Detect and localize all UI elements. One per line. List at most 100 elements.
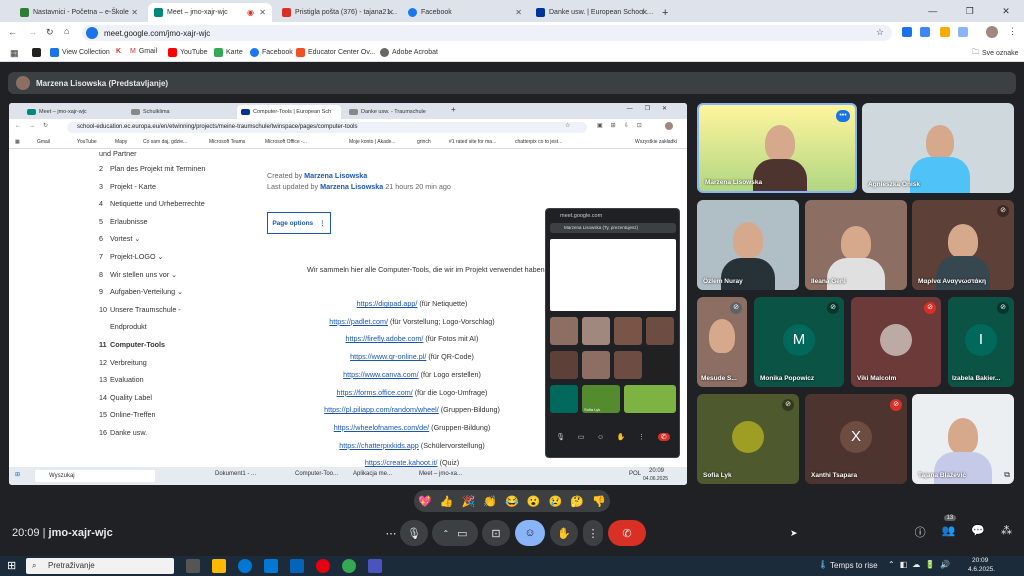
- info-icon[interactable]: ⓘ: [915, 524, 926, 540]
- tool-link[interactable]: https://chatterpixkids.app: [339, 441, 419, 450]
- file-explorer-icon[interactable]: [212, 559, 226, 573]
- toc-item[interactable]: 14 Quality Label: [99, 393, 152, 402]
- people-icon[interactable]: 👥 13: [942, 515, 957, 540]
- reaction-party[interactable]: 🎉: [462, 495, 476, 508]
- opera-icon[interactable]: [316, 559, 330, 573]
- bookmark-youtube[interactable]: YouTube: [168, 48, 208, 57]
- toc-item[interactable]: 4 Netiquette und Urheberrechte: [99, 199, 205, 208]
- toc-item[interactable]: 5 Erlaubnisse: [99, 217, 148, 226]
- bookmark-view-collection[interactable]: View Collection: [50, 48, 110, 57]
- bookmark-k[interactable]: K: [116, 48, 121, 55]
- present-button[interactable]: ⊡: [482, 520, 510, 546]
- chevron-down-icon[interactable]: ⌄: [169, 270, 177, 279]
- toc-item[interactable]: 16 Danke usw.: [99, 428, 147, 437]
- tray-icons[interactable]: ⌃◧☁🔋🔊: [888, 560, 955, 569]
- tab-facebook[interactable]: Facebook ✕: [402, 3, 528, 22]
- extension-icon[interactable]: [902, 27, 912, 37]
- participant-tile[interactable]: ⊘ Sofia Lyk: [697, 394, 799, 484]
- tool-link[interactable]: https://forms.office.com/: [337, 388, 413, 397]
- participant-tile[interactable]: M ⊘ Monika Popowicz: [754, 297, 844, 387]
- bookmark-educator-center[interactable]: Educator Center Ov...: [296, 48, 375, 57]
- participant-tile[interactable]: ⊘ Mesude S...: [697, 297, 747, 387]
- emoji-button[interactable]: ☺: [515, 520, 545, 546]
- menu-icon[interactable]: ⋮: [1008, 26, 1017, 37]
- bookmark-adobe-acrobat[interactable]: Adobe Acrobat: [380, 48, 438, 57]
- close-icon[interactable]: ✕: [641, 8, 648, 17]
- all-bookmarks[interactable]: 🗀 Sve oznake: [972, 48, 1019, 59]
- toc-item[interactable]: 10 Unsere Traumschule -: [99, 305, 181, 314]
- self-view-icon[interactable]: ⧉: [1004, 470, 1010, 480]
- tool-link[interactable]: https://wheelofnames.com/de/: [334, 423, 429, 432]
- toc-item[interactable]: 8 Wir stellen uns vor ⌄: [99, 270, 177, 279]
- close-icon[interactable]: ✕: [387, 8, 394, 17]
- new-tab-button[interactable]: +: [656, 3, 672, 22]
- chrome-icon[interactable]: [342, 559, 356, 573]
- weather-text[interactable]: Temps to rise: [830, 561, 878, 570]
- chevron-down-icon[interactable]: ⌄: [175, 287, 183, 296]
- close-icon[interactable]: ✕: [131, 8, 138, 17]
- close-icon[interactable]: ✕: [259, 8, 266, 17]
- participant-tile[interactable]: ⊘ Μαρίνα Αναγνωστάκη: [912, 200, 1014, 290]
- chevron-down-icon[interactable]: ⌄: [156, 252, 164, 261]
- bookmark-gmail[interactable]: M Gmail: [130, 48, 157, 55]
- participant-tile[interactable]: ⊘ Viki Malcolm: [851, 297, 941, 387]
- toc-item[interactable]: 13 Evaluation: [99, 375, 144, 384]
- bookmark-karte[interactable]: Karte: [214, 48, 243, 57]
- tab-mail[interactable]: Pristigla pošta (376) - tajana21… ✕: [276, 3, 400, 22]
- tab-danke[interactable]: Danke usw. | European School … ✕: [530, 3, 654, 22]
- chevron-down-icon[interactable]: ⌄: [132, 234, 140, 243]
- reaction-thinking[interactable]: 🤔: [570, 495, 584, 508]
- chat-icon[interactable]: 💬: [971, 524, 985, 540]
- bookmark-facebook[interactable]: Facebook: [250, 48, 293, 57]
- toc-item[interactable]: 15 Online-Treffen: [99, 410, 156, 419]
- reaction-surprised[interactable]: 😮: [527, 495, 541, 508]
- toc-item[interactable]: 6 Vortest ⌄: [99, 234, 140, 243]
- participant-tile[interactable]: ••• Marzena Lisowska: [697, 103, 857, 193]
- toc-item[interactable]: 2 Plan des Projekt mit Terminen: [99, 164, 205, 173]
- store-icon[interactable]: [264, 559, 278, 573]
- tool-link[interactable]: https://create.kahoot.it/: [365, 458, 438, 467]
- raise-hand-button[interactable]: ✋: [550, 520, 578, 546]
- translate-icon[interactable]: [920, 27, 930, 37]
- reaction-clap[interactable]: 👏: [483, 495, 497, 508]
- participant-tile[interactable]: Tajana Blažević ⧉: [912, 394, 1014, 484]
- toc-item[interactable]: 9 Aufgaben-Verteilung ⌄: [99, 287, 183, 296]
- toc-item[interactable]: 7 Projekt-LOGO ⌄: [99, 252, 164, 261]
- participant-tile[interactable]: Ileana Geni: [805, 200, 907, 290]
- toc-item[interactable]: 3 Projekt - Karte: [99, 182, 156, 191]
- close-window-icon[interactable]: ✕: [1002, 6, 1010, 17]
- tool-link[interactable]: https://pl.piliapp.com/random/wheel/: [324, 405, 439, 414]
- toc-item[interactable]: Endprodukt: [99, 322, 147, 331]
- toc-item[interactable]: 12 Verbreitung: [99, 358, 147, 367]
- extension-icon[interactable]: [940, 27, 950, 37]
- reaction-sad[interactable]: 😢: [549, 495, 563, 508]
- more-options-button[interactable]: ⋮: [583, 520, 603, 546]
- leave-call-button[interactable]: ✆: [608, 520, 646, 546]
- url-bar[interactable]: meet.google.com/jmo-xajr-wjc ☆: [82, 25, 892, 41]
- toc-item[interactable]: 11 Computer-Tools: [99, 340, 165, 349]
- back-icon[interactable]: ←: [8, 27, 17, 37]
- tool-link[interactable]: https://padlet.com/: [329, 317, 388, 326]
- activities-icon[interactable]: ⁂: [1001, 524, 1012, 540]
- apps-grid-icon[interactable]: ▦: [10, 48, 19, 59]
- reaction-thumbs-up[interactable]: 👍: [440, 495, 454, 508]
- page-options-button[interactable]: Page options ⋮: [267, 212, 331, 234]
- site-info-icon[interactable]: [86, 27, 98, 39]
- home-icon[interactable]: ⌂: [64, 26, 69, 36]
- edge-icon[interactable]: [238, 559, 252, 573]
- reaction-laugh[interactable]: 😂: [505, 495, 519, 508]
- participant-tile[interactable]: X ⊘ Xanthi Tsapara: [805, 394, 907, 484]
- camera-button[interactable]: ⌃ ▭: [432, 520, 478, 546]
- reaction-heart[interactable]: 💖: [418, 495, 432, 508]
- reaction-thumbs-down[interactable]: 👎: [592, 495, 606, 508]
- participant-tile[interactable]: I ⊘ Izabela Bakier...: [948, 297, 1014, 387]
- star-icon[interactable]: ☆: [876, 27, 884, 38]
- tool-link[interactable]: https://www.canva.com/: [343, 370, 419, 379]
- task-view-icon[interactable]: [186, 559, 200, 573]
- restore-icon[interactable]: ❐: [966, 6, 974, 17]
- reload-icon[interactable]: ↻: [46, 27, 54, 38]
- tab-nastavnici[interactable]: Nastavnici - Početna – e-Škole ✕: [14, 3, 144, 22]
- tool-link[interactable]: https://firefly.adobe.com/: [346, 334, 424, 343]
- participant-tile[interactable]: Özlem Nuray: [697, 200, 799, 290]
- profile-avatar[interactable]: [986, 26, 998, 38]
